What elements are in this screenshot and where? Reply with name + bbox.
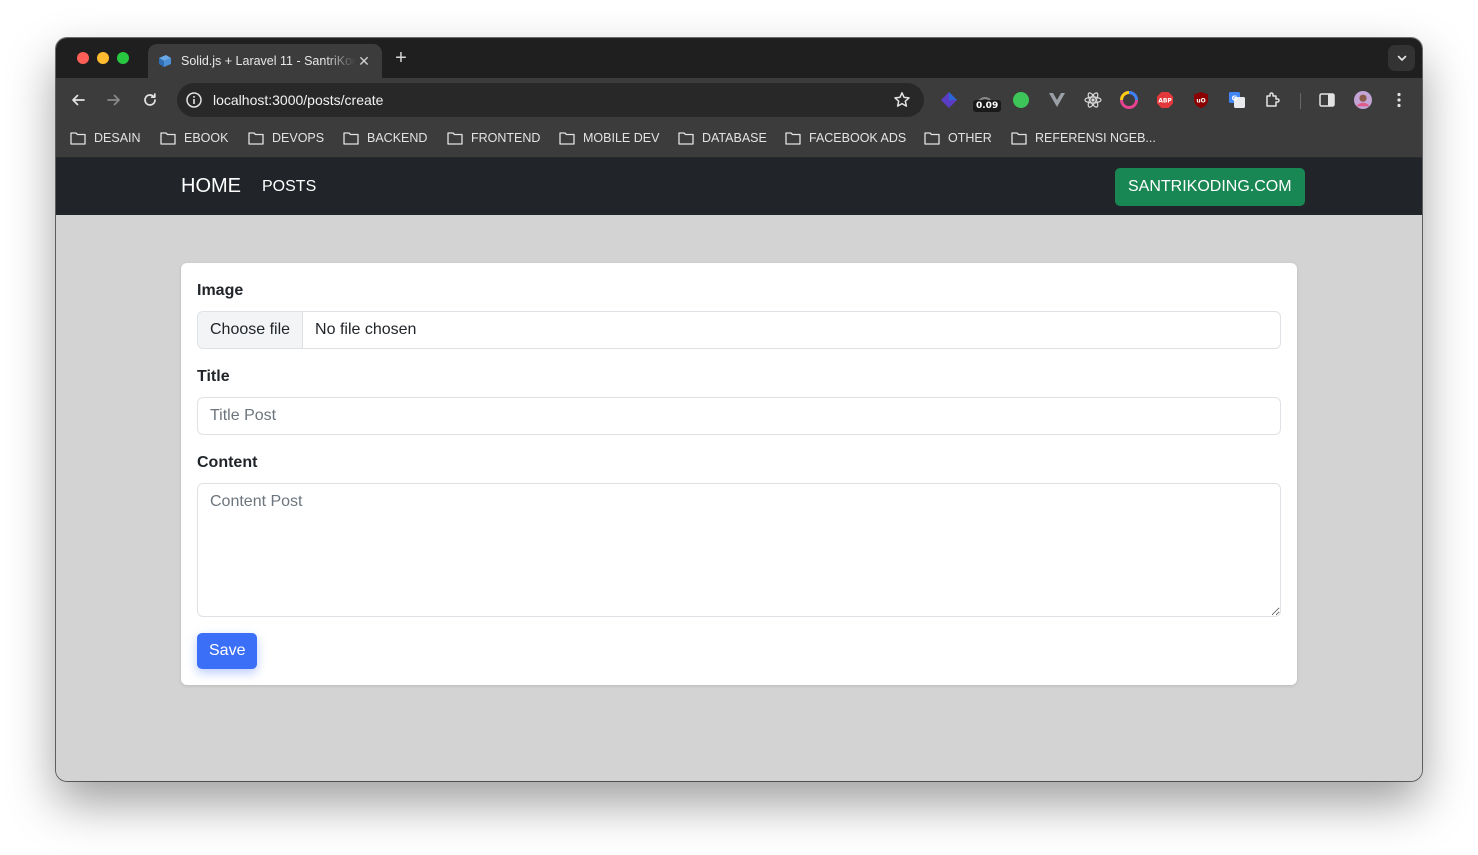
folder-icon bbox=[70, 132, 86, 145]
extension-badge: 0.09 bbox=[973, 100, 1002, 112]
folder-icon bbox=[924, 132, 940, 145]
extensions-puzzle-icon[interactable] bbox=[1264, 91, 1282, 109]
reload-button[interactable] bbox=[140, 90, 160, 110]
reload-icon bbox=[144, 93, 156, 106]
chevron-down-icon bbox=[1397, 55, 1406, 61]
santrikoding-favicon-icon bbox=[159, 55, 171, 67]
bookmark-star-icon[interactable] bbox=[893, 91, 911, 109]
folder-icon bbox=[343, 132, 359, 145]
site-info-icon[interactable] bbox=[185, 91, 203, 109]
side-panel-icon[interactable] bbox=[1318, 91, 1336, 109]
bookmark-folder-other[interactable]: OTHER bbox=[924, 131, 992, 145]
browser-window: Solid.js + Laravel 11 - SantriKoding ✕ + bbox=[56, 38, 1422, 781]
content-label: Content bbox=[197, 454, 258, 471]
content-textarea[interactable] bbox=[197, 483, 1281, 617]
santrikoding-button[interactable]: SANTRIKODING.COM bbox=[1115, 168, 1305, 206]
bookmark-label: REFERENSI NGEB... bbox=[1035, 131, 1156, 145]
profile-avatar[interactable] bbox=[1354, 91, 1372, 109]
bookmark-label: FACEBOOK ADS bbox=[809, 131, 907, 145]
bookmark-folder-backend[interactable]: BACKEND bbox=[343, 131, 427, 145]
url-text: localhost:3000/posts/create bbox=[213, 92, 384, 108]
bookmark-folder-facebook-ads[interactable]: FACEBOOK ADS bbox=[785, 131, 906, 145]
choose-file-button[interactable]: Choose file bbox=[198, 312, 304, 348]
tab-strip: Solid.js + Laravel 11 - SantriKoding ✕ + bbox=[56, 38, 1422, 78]
svg-text:uO: uO bbox=[1196, 98, 1205, 105]
browser-toolbar: localhost:3000/posts/create 0.09 ABP uO … bbox=[56, 78, 1422, 122]
close-window-button[interactable] bbox=[77, 52, 89, 64]
folder-icon bbox=[785, 132, 801, 145]
svg-text:ABP: ABP bbox=[1158, 98, 1172, 105]
save-button[interactable]: Save bbox=[197, 633, 258, 669]
image-file-input[interactable]: Choose file No file chosen bbox=[197, 311, 1281, 349]
bookmark-folder-devops[interactable]: DEVOPS bbox=[248, 131, 324, 145]
forward-button[interactable] bbox=[104, 90, 124, 110]
bookmark-label: BACKEND bbox=[367, 131, 428, 145]
google-translate-icon[interactable]: G bbox=[1228, 91, 1246, 109]
create-post-card: Image Choose file No file chosen Title C… bbox=[181, 263, 1297, 685]
image-label: Image bbox=[197, 282, 244, 299]
folder-icon bbox=[447, 132, 463, 145]
folder-icon bbox=[559, 132, 575, 145]
ublock-origin-icon[interactable]: uO bbox=[1192, 91, 1210, 109]
folder-icon bbox=[678, 132, 694, 145]
bookmark-label: DATABASE bbox=[702, 131, 767, 145]
title-input[interactable] bbox=[197, 397, 1281, 435]
address-bar[interactable]: localhost:3000/posts/create bbox=[177, 83, 924, 117]
page-viewport: HOME POSTS SANTRIKODING.COM Image Choose… bbox=[56, 158, 1422, 781]
bookmark-label: EBOOK bbox=[184, 131, 229, 145]
vue-devtools-icon[interactable] bbox=[1048, 91, 1066, 109]
folder-icon bbox=[1011, 132, 1027, 145]
bookmark-folder-mobile-dev[interactable]: MOBILE DEV bbox=[559, 131, 659, 145]
arrow-left-icon bbox=[72, 94, 85, 106]
new-tab-button[interactable]: + bbox=[390, 47, 412, 69]
tab-search-button[interactable] bbox=[1388, 45, 1415, 71]
bookmark-folder-referensi[interactable]: REFERENSI NGEB... bbox=[1011, 131, 1156, 145]
arrow-right-icon bbox=[107, 94, 120, 106]
folder-icon bbox=[160, 132, 176, 145]
back-button[interactable] bbox=[68, 90, 88, 110]
maximize-window-button[interactable] bbox=[117, 52, 129, 64]
navbar-brand-home[interactable]: HOME bbox=[181, 175, 241, 198]
bookmarks-bar: DESAIN EBOOK DEVOPS BACKEND FRONTEND MOB… bbox=[56, 122, 1422, 158]
bookmark-folder-frontend[interactable]: FRONTEND bbox=[447, 131, 540, 145]
bookmark-folder-ebook[interactable]: EBOOK bbox=[160, 131, 228, 145]
toolbar-divider bbox=[1300, 93, 1301, 109]
extension-purple-icon[interactable] bbox=[940, 91, 958, 109]
bookmark-label: DEVOPS bbox=[272, 131, 325, 145]
title-label: Title bbox=[197, 368, 230, 385]
folder-icon bbox=[248, 132, 264, 145]
bookmark-folder-database[interactable]: DATABASE bbox=[678, 131, 767, 145]
bookmark-folder-desain[interactable]: DESAIN bbox=[70, 131, 141, 145]
minimize-window-button[interactable] bbox=[97, 52, 109, 64]
bookmark-label: MOBILE DEV bbox=[583, 131, 660, 145]
tab-close-icon[interactable]: ✕ bbox=[356, 53, 372, 70]
bookmark-label: OTHER bbox=[948, 131, 992, 145]
file-status-text: No file chosen bbox=[315, 321, 417, 338]
site-navbar: HOME POSTS SANTRIKODING.COM bbox=[56, 158, 1422, 215]
navbar-link-posts[interactable]: POSTS bbox=[262, 178, 316, 196]
adblock-plus-icon[interactable]: ABP bbox=[1156, 91, 1174, 109]
browser-menu-icon[interactable] bbox=[1390, 91, 1408, 109]
extension-green-dot-icon[interactable] bbox=[1012, 91, 1030, 109]
browser-tab-active[interactable]: Solid.js + Laravel 11 - SantriKoding ✕ bbox=[148, 44, 382, 78]
svg-text:G: G bbox=[1232, 95, 1238, 103]
bookmark-label: DESAIN bbox=[94, 131, 141, 145]
color-picker-icon[interactable] bbox=[1120, 91, 1138, 109]
bookmark-label: FRONTEND bbox=[471, 131, 541, 145]
tab-title: Solid.js + Laravel 11 - SantriKoding bbox=[181, 54, 356, 68]
react-devtools-icon[interactable] bbox=[1084, 91, 1102, 109]
